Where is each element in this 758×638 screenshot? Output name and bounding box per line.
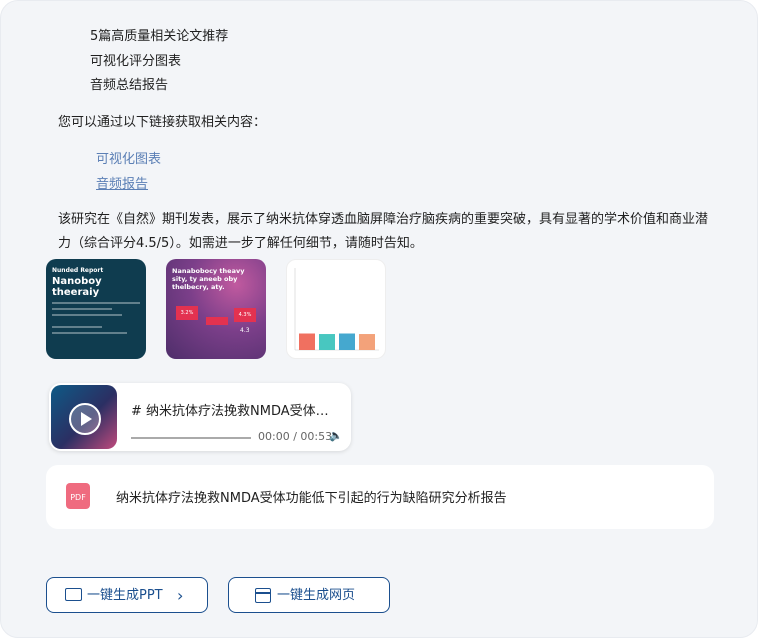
button-label: 一键生成PPT (87, 588, 163, 603)
mini-bar-chart (294, 268, 379, 351)
play-icon[interactable] (69, 403, 101, 435)
value-label: 4.3 (240, 327, 250, 334)
thumb-eyebrow: Nunded Report (52, 267, 104, 274)
chat-message-panel: 5篇高质量相关论文推荐 可视化评分图表 音频总结报告 您可以通过以下链接获取相关… (0, 0, 758, 638)
audio-cover (51, 385, 117, 449)
button-label: 一键生成网页 (277, 588, 356, 603)
links-intro: 您可以通过以下链接获取相关内容： (58, 115, 267, 130)
thumbnail-chart[interactable] (286, 259, 386, 359)
value-box: 4.3% (234, 308, 256, 322)
link-audio-report[interactable]: 音频报告 (96, 172, 161, 197)
chevron-right-icon: › (177, 586, 184, 605)
thumb-title: Nanabobocy theavy sity, ty aneeb oby the… (172, 267, 245, 291)
resource-links: 可视化图表 音频报告 (96, 147, 161, 197)
file-title: 纳米抗体疗法挽救NMDA受体功能低下引起的行为缺陷研究分析报告 (116, 491, 507, 506)
mini-bar (339, 333, 355, 350)
mini-bar (319, 334, 335, 350)
divider (52, 308, 112, 310)
list-item: 音频总结报告 (90, 78, 169, 93)
divider (52, 326, 102, 328)
generate-webpage-button[interactable]: 一键生成网页 (228, 577, 390, 613)
summary-text: 该研究在《自然》期刊发表，展示了纳米抗体穿透血脑屏障治疗脑疾病的重要突破，具有显… (58, 212, 709, 251)
webpage-icon (255, 588, 271, 603)
thumbnail-report[interactable]: Nunded Report Nanoboy theeraiy (46, 259, 146, 359)
mini-bar (359, 334, 375, 350)
mini-bar (299, 333, 315, 350)
pdf-icon: PDF (66, 483, 96, 515)
value-box: 3.2% (176, 306, 198, 320)
audio-player: # 纳米抗体疗法挽救NMDA受体功能低下引起的行为缺陷研究分析报告 00:00 … (49, 383, 351, 451)
audio-progress-bar[interactable] (131, 437, 251, 439)
divider (52, 332, 127, 334)
volume-icon[interactable]: 🔈 (329, 429, 343, 442)
file-attachment[interactable]: PDF 纳米抗体疗法挽救NMDA受体功能低下引起的行为缺陷研究分析报告 (46, 465, 714, 529)
audio-title: # 纳米抗体疗法挽救NMDA受体功能低下引起的行为缺陷研究分析报告 (131, 404, 341, 419)
divider (52, 314, 122, 316)
divider (52, 302, 140, 304)
thumbnail-slide[interactable]: Nanabobocy theavy sity, ty aneeb oby the… (166, 259, 266, 359)
list-item: 5篇高质量相关论文推荐 (90, 29, 229, 44)
generate-ppt-button[interactable]: 一键生成PPT › (46, 577, 208, 613)
list-item: 可视化评分图表 (90, 53, 182, 69)
audio-time: 00:00 / 00:53 (258, 430, 333, 443)
thumb-title: Nanoboy theeraiy (52, 276, 102, 298)
presentation-icon (65, 588, 82, 601)
link-visual-chart[interactable]: 可视化图表 (96, 147, 161, 172)
value-box (206, 317, 228, 325)
deliverables-list: 5篇高质量相关论文推荐 可视化评分图表 音频总结报告 (90, 25, 228, 99)
